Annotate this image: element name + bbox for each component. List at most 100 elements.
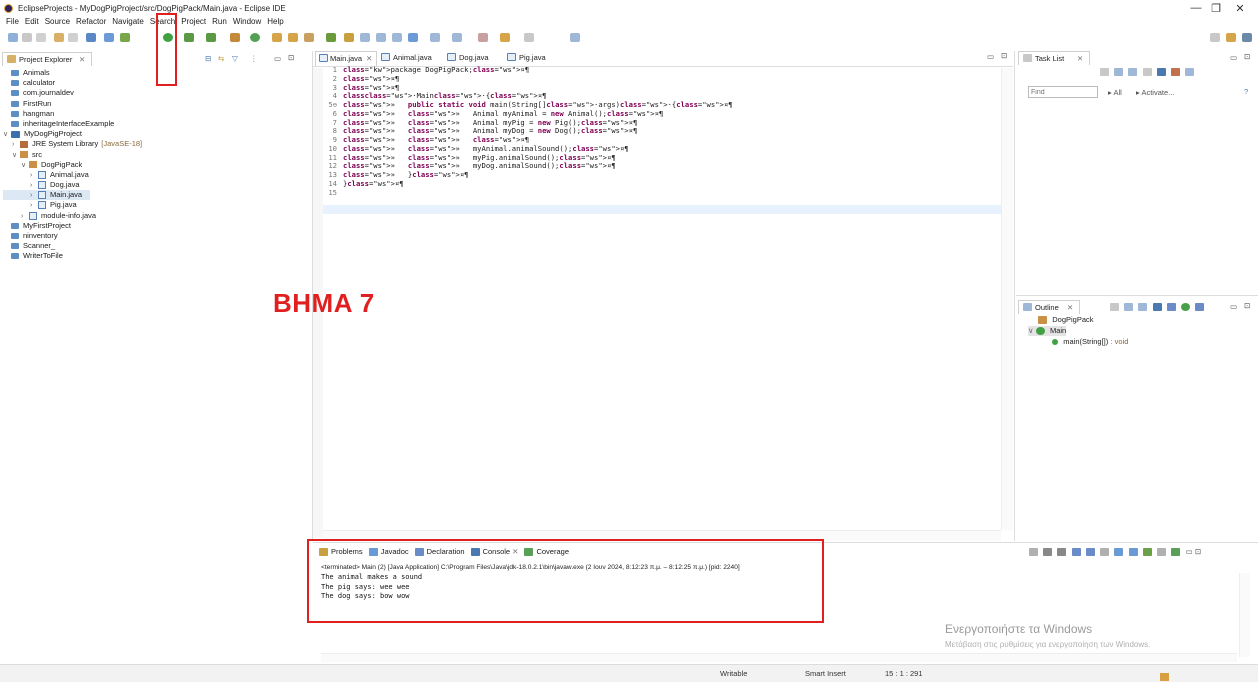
menu-run[interactable]: Run [212, 17, 227, 26]
tree-item[interactable]: › Animal.java [3, 170, 303, 180]
chevron-down-icon[interactable]: ∨ [1028, 326, 1034, 335]
code-line[interactable]: 15 [323, 188, 733, 198]
tree-item[interactable]: Animals [3, 68, 303, 78]
open-console-icon[interactable] [1157, 547, 1167, 556]
tree-item[interactable]: inheritageInterfaceExample [3, 119, 303, 129]
tree-item[interactable]: › JRE System Library [JavaSE-18] [3, 139, 303, 149]
sort-icon[interactable] [1110, 302, 1119, 311]
pilcrow-icon[interactable] [408, 33, 418, 42]
task-activate-link[interactable]: ▸ Activate... [1136, 88, 1174, 97]
maximize-view-icon[interactable]: ⊡ [1195, 547, 1201, 556]
terminal-icon[interactable] [86, 33, 96, 42]
close-icon[interactable]: ✕ [1067, 303, 1073, 312]
task-list-tab[interactable]: Task List ✕ [1018, 51, 1090, 65]
close-icon[interactable]: ✕ [1077, 54, 1083, 63]
collapse-all-icon[interactable] [1142, 67, 1152, 76]
collapse-all-icon[interactable]: ⊟ [205, 54, 211, 63]
activate-icon[interactable] [1171, 67, 1181, 76]
task-find-input[interactable] [1028, 86, 1098, 98]
tab-animal-java[interactable]: Animal.java [381, 51, 441, 65]
maximize-button[interactable]: ❐ [1206, 2, 1226, 15]
new-task-icon[interactable] [1100, 67, 1109, 76]
menu-refactor[interactable]: Refactor [76, 17, 106, 26]
tree-item[interactable]: Scanner_ [3, 241, 303, 251]
tree-item[interactable]: com.journaldev [3, 88, 303, 98]
new-java-project-icon[interactable] [230, 33, 240, 42]
link-editor-icon[interactable] [1195, 302, 1205, 311]
maximize-view-icon[interactable]: ⊡ [1001, 51, 1007, 60]
tree-item[interactable]: MyFirstProject [3, 221, 303, 231]
pin-editor-icon[interactable] [570, 33, 580, 42]
tab-main-java[interactable]: Main.java ✕ [315, 51, 377, 66]
terminate-icon[interactable] [1029, 547, 1038, 556]
focus-icon[interactable] [1128, 67, 1138, 76]
view-menu-icon[interactable]: ⋮ [250, 54, 258, 63]
hide-local-types-icon[interactable] [1166, 302, 1176, 311]
tree-item[interactable]: ∨ src [3, 150, 303, 160]
maximize-view-icon[interactable]: ⊡ [288, 53, 294, 62]
tab-pig-java[interactable]: Pig.java [507, 51, 561, 65]
sync-icon[interactable] [1156, 67, 1166, 76]
prev-annotation-icon[interactable] [452, 33, 462, 42]
coverage-icon[interactable] [184, 33, 194, 42]
tree-item[interactable]: › Dog.java [3, 180, 303, 190]
tab-dog-java[interactable]: Dog.java [447, 51, 501, 65]
new-console-icon[interactable] [1171, 547, 1181, 556]
save-icon[interactable] [22, 33, 32, 42]
block-select-icon[interactable] [376, 33, 386, 42]
debug-perspective-icon[interactable] [1242, 33, 1252, 42]
info-icon[interactable] [1160, 673, 1169, 681]
task-filter-all[interactable]: ▸ All [1108, 88, 1122, 97]
toggle-mark-icon[interactable] [392, 33, 402, 42]
menu-edit[interactable]: Edit [25, 17, 39, 26]
editor-vertical-scrollbar[interactable] [1001, 68, 1013, 530]
java-perspective-icon[interactable] [1226, 33, 1236, 42]
menu-help[interactable]: Help [267, 17, 283, 26]
minimize-view-icon[interactable]: ▭ [1230, 302, 1237, 311]
categorize-icon[interactable] [1114, 67, 1124, 76]
last-edit-icon[interactable] [478, 33, 488, 42]
save-all-icon[interactable] [36, 33, 46, 42]
tree-item[interactable]: › Pig.java [3, 200, 303, 210]
code-editor[interactable]: 1 class="kw">package DogPigPack;class="ws… [323, 65, 733, 198]
filter-icon[interactable]: ▽ [232, 54, 238, 63]
display-console-icon[interactable] [1142, 547, 1152, 556]
forward-icon[interactable] [524, 33, 534, 42]
tree-item[interactable]: › module-info.java [3, 211, 303, 221]
maximize-view-icon[interactable]: ⊡ [1244, 52, 1250, 61]
menu-navigate[interactable]: Navigate [112, 17, 144, 26]
remove-launch-icon[interactable] [1043, 547, 1053, 556]
next-annotation-icon[interactable] [430, 33, 440, 42]
menu-file[interactable]: File [6, 17, 19, 26]
outline-method-row[interactable]: main(String[]) : void [1052, 337, 1128, 347]
scroll-lock-icon[interactable] [1071, 547, 1081, 556]
minimize-view-icon[interactable]: ▭ [1230, 53, 1237, 62]
project-explorer-tab[interactable]: Project Explorer ✕ [2, 52, 92, 66]
show-whitespace-icon[interactable] [360, 33, 370, 42]
new-icon[interactable] [8, 33, 18, 42]
tree-item[interactable]: hangman [3, 109, 303, 119]
annotation-icon[interactable] [326, 33, 336, 42]
show-stdout-icon[interactable] [1100, 547, 1110, 556]
search-toolbar-icon[interactable] [1210, 33, 1220, 42]
close-icon[interactable]: ✕ [79, 55, 85, 64]
tree-item[interactable]: › Main.java [3, 190, 90, 201]
minimize-view-icon[interactable]: ▭ [987, 52, 994, 61]
tree-item[interactable]: ninventory [3, 231, 303, 241]
filter-icon[interactable] [1185, 67, 1195, 76]
pin-console-icon[interactable] [1128, 547, 1138, 556]
maximize-view-icon[interactable]: ⊡ [1244, 301, 1250, 310]
external-tools-icon[interactable] [206, 33, 216, 42]
outline-class-row[interactable]: ∨ Main [1028, 326, 1067, 336]
minimize-view-icon[interactable]: ▭ [1186, 547, 1193, 556]
close-button[interactable]: ✕ [1230, 2, 1250, 15]
search-icon[interactable] [288, 33, 298, 42]
minimize-button[interactable]: — [1186, 2, 1206, 14]
undo-icon[interactable] [54, 33, 64, 42]
outline-package-row[interactable]: DogPigPack [1038, 315, 1094, 325]
back-icon[interactable] [500, 33, 510, 42]
pen-icon[interactable] [304, 33, 314, 42]
menu-project[interactable]: Project [181, 17, 206, 26]
minimize-view-icon[interactable]: ▭ [274, 54, 281, 63]
skip-breakpoints-icon[interactable] [104, 33, 114, 42]
